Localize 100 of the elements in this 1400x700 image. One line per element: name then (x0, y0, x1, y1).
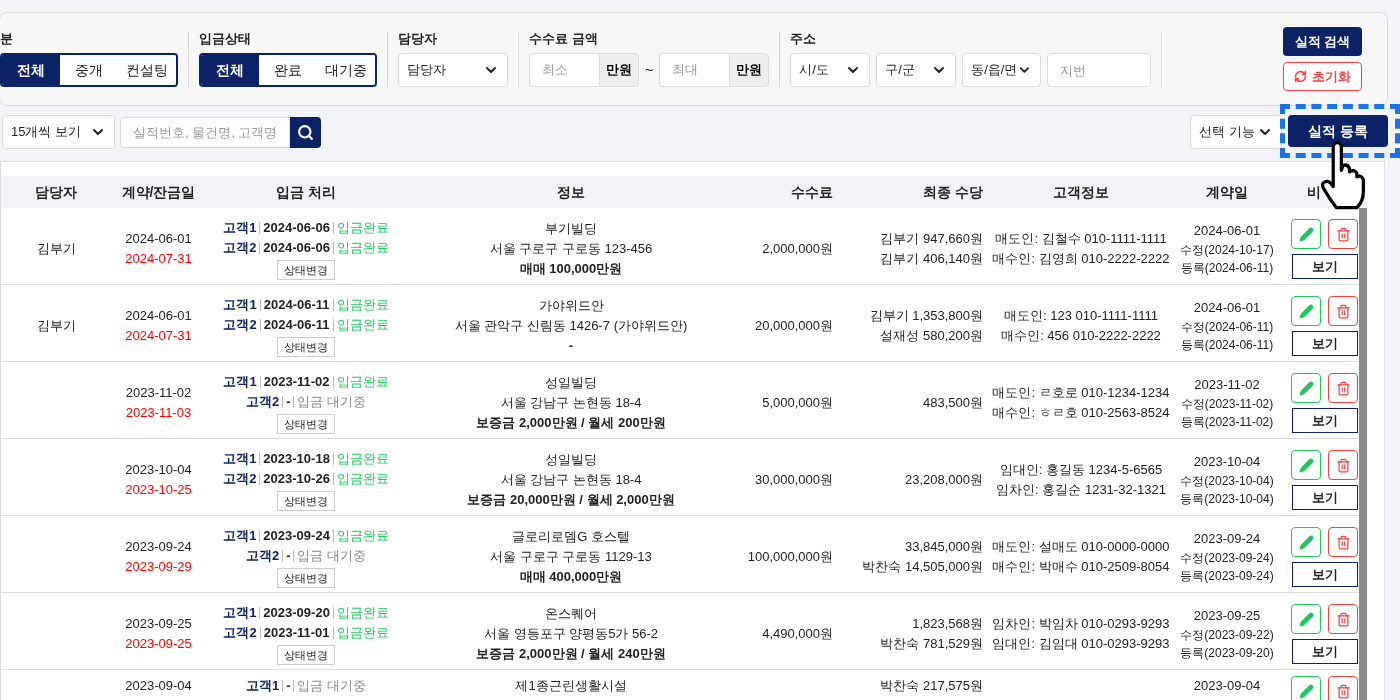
lot-number-field[interactable]: 지번 (1047, 53, 1152, 87)
commission-amount: 박찬숙 217,575원 (880, 677, 983, 695)
delete-button[interactable] (1328, 676, 1358, 700)
edit-button[interactable] (1291, 373, 1321, 403)
fee-amount: 100,000,000원 (747, 548, 833, 566)
customer-label: 고객1 (245, 677, 280, 695)
delete-button[interactable] (1328, 450, 1358, 480)
address-dropdown[interactable]: 동/읍/면 (962, 53, 1042, 87)
customer-label: 고객2 (245, 393, 280, 411)
address-dropdown[interactable]: 시/도 (790, 53, 871, 87)
modified-date: 수정(2023-11-02) (1180, 396, 1274, 413)
register-button[interactable]: 실적 등록 (1288, 115, 1388, 147)
status-change-button[interactable]: 상태변경 (277, 260, 335, 280)
contract-date: 2023-09-25 (125, 615, 192, 633)
property-price: 보증금 2,000만원 / 월세 240만원 (476, 645, 666, 663)
status-change-button[interactable]: 상태변경 (277, 337, 335, 357)
commission-amount: 김부기 406,140원 (880, 250, 983, 268)
payment-status: 입금완료 (336, 316, 389, 334)
status-change-button[interactable]: 상태변경 (277, 568, 335, 588)
bulk-action-dropdown[interactable]: 선택 기능 (1190, 115, 1282, 149)
commission-amount: 박찬숙 781,529원 (880, 635, 983, 653)
column-header: 고객정보 (1053, 183, 1109, 200)
reset-button[interactable]: 초기화 (1283, 62, 1362, 91)
payment-date: 2023-09-20 (263, 604, 330, 622)
balance-date: 2024-07-31 (125, 250, 192, 268)
customer-info: 매수인: ㅎㄹ호 010-2563-8524 (992, 404, 1170, 422)
edit-button[interactable] (1291, 527, 1321, 557)
customer-label: 고객2 (245, 547, 280, 565)
column-header: 비 (1307, 183, 1321, 200)
fee-amount: 5,000,000원 (762, 394, 833, 412)
registered-date: 등록(2024-06-11) (1180, 337, 1274, 354)
segment-option[interactable]: 전체 (2, 55, 60, 85)
payment-date: 2023-10-26 (263, 470, 330, 488)
manager-dropdown[interactable]: 담당자 (398, 53, 508, 87)
payment-status: 입금완료 (336, 604, 389, 622)
status-change-button[interactable]: 상태변경 (277, 414, 335, 434)
registered-date: 등록(2023-10-04) (1180, 491, 1274, 508)
page-size-dropdown[interactable]: 15개씩 보기 (2, 115, 115, 149)
column-header: 계약일 (1206, 183, 1248, 200)
property-info: 서울 강남구 논현동 18-4 (500, 471, 642, 489)
customer-info: 매도인: 123 010-1111-1111 (1004, 307, 1158, 325)
customer-info: 매도인: 김철수 010-1111-1111 (995, 230, 1167, 248)
trash-icon (1335, 303, 1351, 319)
balance-date: 2023-09-25 (125, 635, 192, 653)
view-button[interactable]: 보기 (1291, 485, 1358, 510)
payment-status: 입금 대기중 (297, 393, 367, 411)
delete-button[interactable] (1328, 527, 1358, 557)
search-button[interactable]: 실적 검색 (1283, 27, 1362, 56)
payment-date: 2023-09-24 (263, 527, 330, 545)
edit-button[interactable] (1291, 296, 1321, 326)
view-button[interactable]: 보기 (1291, 254, 1358, 279)
property-info: 부기빌딩 (545, 220, 597, 238)
view-button[interactable]: 보기 (1291, 562, 1358, 587)
property-info: 가야위드안 (538, 297, 604, 315)
customer-info: 임차인: 박임차 010-0293-9293 (992, 615, 1170, 633)
fee-amount: 2,000,000원 (762, 240, 833, 258)
customer-info: 매도인: 설매도 010-0000-0000 (992, 538, 1170, 556)
search-field[interactable]: 실적번호, 물건명, 고객명 (120, 116, 290, 148)
search-icon (297, 123, 314, 141)
modified-date: 수정(2023-10-04) (1180, 473, 1274, 490)
unit-label: 만원 (729, 53, 770, 87)
amount-field[interactable]: 최대 (659, 53, 730, 87)
delete-button[interactable] (1328, 604, 1358, 634)
commission-amount: 김부기 947,660원 (880, 230, 983, 248)
payment-status: 입금완료 (336, 527, 389, 545)
column-header: 수수료 (791, 183, 833, 200)
search-icon-button[interactable] (290, 116, 321, 148)
status-change-button[interactable]: 상태변경 (277, 645, 335, 665)
delete-button[interactable] (1328, 296, 1358, 326)
customer-info: 임대인: 김임대 010-0293-9293 (992, 635, 1170, 653)
payment-status: 입금완료 (336, 219, 389, 237)
address-dropdown[interactable]: 구/군 (876, 53, 957, 87)
payment-date: 2023-11-02 (263, 373, 330, 391)
amount-field[interactable]: 최소 (529, 53, 599, 87)
view-button[interactable]: 보기 (1291, 639, 1358, 664)
delete-button[interactable] (1328, 373, 1358, 403)
status-change-button[interactable]: 상태변경 (277, 491, 335, 511)
contract-date: 2024-06-01 (125, 307, 192, 325)
customer-info: 매수인: 456 010-2222-2222 (1001, 327, 1161, 345)
filter-label: 수수료 금액 (529, 31, 599, 47)
payment-date: 2023-11-01 (263, 624, 330, 642)
property-price: 매매 100,000만원 (519, 260, 623, 278)
balance-date: 2024-07-31 (125, 327, 192, 345)
edit-button[interactable] (1291, 219, 1321, 249)
view-button[interactable]: 보기 (1291, 408, 1358, 433)
segment-option[interactable]: 전체 (201, 55, 259, 85)
payment-date: - (286, 677, 291, 695)
property-info: 성일빌딩 (545, 374, 597, 392)
trash-icon (1335, 457, 1351, 473)
property-info: 서울 관악구 신림동 1426-7 (가야위드안) (454, 317, 688, 335)
payment-date: 2024-06-06 (263, 219, 330, 237)
edit-button[interactable] (1291, 450, 1321, 480)
edit-button[interactable] (1291, 604, 1321, 634)
edit-button[interactable] (1291, 676, 1321, 700)
contract-date: 2023-09-04 (125, 677, 192, 695)
view-button[interactable]: 보기 (1291, 331, 1358, 356)
property-price: - (568, 337, 574, 355)
commission-amount: 설재성 580,200원 (880, 327, 983, 345)
property-info: 제1종근린생활시설 (515, 677, 627, 695)
delete-button[interactable] (1328, 219, 1358, 249)
